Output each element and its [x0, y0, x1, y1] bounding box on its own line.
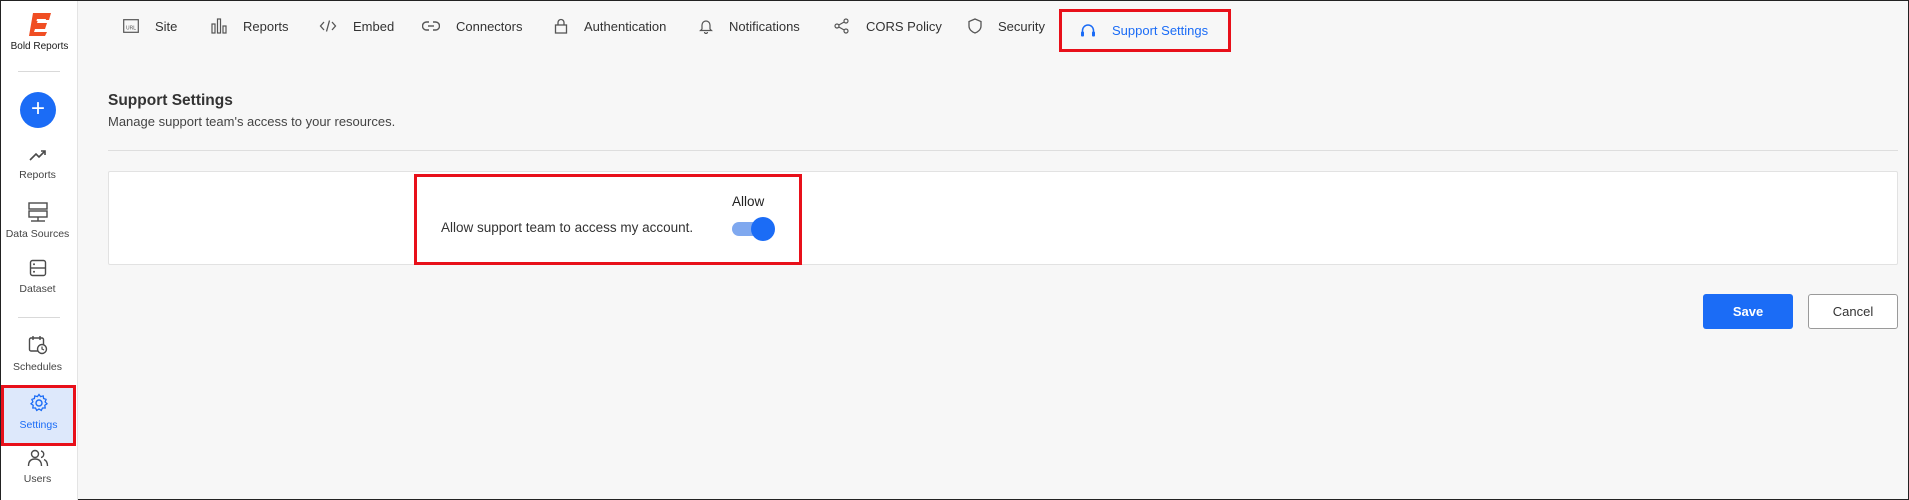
- shield-icon: [968, 18, 982, 34]
- sidebar-item-label: Reports: [19, 169, 56, 181]
- calendar-clock-icon: [28, 336, 47, 355]
- tab-security[interactable]: Security: [968, 1, 1045, 51]
- support-access-card: [108, 171, 1898, 265]
- sidebar-item-label: Dataset: [19, 283, 56, 295]
- headset-icon: [1081, 23, 1095, 36]
- bell-icon: [699, 20, 713, 34]
- brand-name: Bold Reports: [10, 41, 69, 52]
- tab-site[interactable]: URL Site: [123, 1, 177, 51]
- sidebar-item-label: Settings: [19, 419, 58, 431]
- sidebar-item-label: Schedules: [12, 361, 63, 373]
- brand[interactable]: Bold Reports: [1, 11, 78, 52]
- tab-label: Notifications: [729, 18, 800, 34]
- save-button[interactable]: Save: [1703, 294, 1793, 329]
- tab-authentication[interactable]: Authentication: [554, 1, 666, 51]
- tab-label: CORS Policy: [866, 18, 942, 34]
- lock-icon: [554, 18, 568, 34]
- tab-label: Support Settings: [1112, 23, 1209, 38]
- add-button[interactable]: +: [20, 92, 56, 128]
- bold-reports-logo-icon: [28, 13, 51, 36]
- page-title: Support Settings: [108, 92, 233, 109]
- bar-chart-icon: [211, 18, 227, 34]
- tab-label: Site: [155, 18, 178, 34]
- tab-label: Security: [998, 18, 1045, 34]
- sidebar-item-data-sources[interactable]: Data Sources: [1, 202, 74, 240]
- gear-icon: [29, 393, 48, 412]
- support-access-description: Allow support team to access my account.: [441, 220, 694, 235]
- tab-label: Authentication: [584, 18, 667, 34]
- allow-column-label: Allow: [732, 194, 765, 209]
- toggle-knob: [751, 217, 775, 241]
- users-icon: [27, 449, 48, 467]
- sidebar-item-label: Data Sources: [5, 228, 70, 240]
- rail-divider: [18, 71, 60, 72]
- left-sidebar: Bold Reports + Reports Data Sources Data…: [1, 1, 78, 500]
- tab-embed[interactable]: Embed: [319, 1, 394, 51]
- share-icon: [834, 18, 849, 34]
- code-icon: [319, 20, 337, 32]
- svg-text:URL: URL: [126, 26, 136, 32]
- cancel-button[interactable]: Cancel: [1808, 294, 1898, 329]
- tab-support-settings[interactable]: Support Settings: [1059, 9, 1232, 52]
- url-icon: URL: [123, 19, 139, 33]
- tab-cors-policy[interactable]: CORS Policy: [834, 1, 942, 51]
- rail-divider: [18, 317, 60, 318]
- tab-label: Embed: [353, 18, 395, 34]
- sidebar-item-users[interactable]: Users: [1, 449, 74, 485]
- tab-reports[interactable]: Reports: [211, 1, 289, 51]
- tab-notifications[interactable]: Notifications: [699, 1, 800, 51]
- tab-label: Connectors: [456, 18, 523, 34]
- sidebar-item-reports[interactable]: Reports: [1, 147, 74, 181]
- sidebar-item-schedules[interactable]: Schedules: [1, 335, 74, 373]
- section-divider: [108, 150, 1898, 151]
- link-icon: [422, 21, 440, 31]
- sidebar-item-settings[interactable]: Settings: [1, 385, 76, 446]
- page-subtitle: Manage support team's access to your res…: [108, 114, 396, 129]
- tab-connectors[interactable]: Connectors: [422, 1, 522, 51]
- dataset-icon: [29, 259, 46, 277]
- sidebar-item-label: Users: [23, 473, 52, 485]
- tab-label: Reports: [243, 18, 289, 34]
- sidebar-item-dataset[interactable]: Dataset: [1, 259, 74, 295]
- data-sources-icon: [27, 202, 48, 222]
- allow-support-access-toggle[interactable]: [732, 217, 775, 241]
- trend-up-icon: [28, 150, 46, 161]
